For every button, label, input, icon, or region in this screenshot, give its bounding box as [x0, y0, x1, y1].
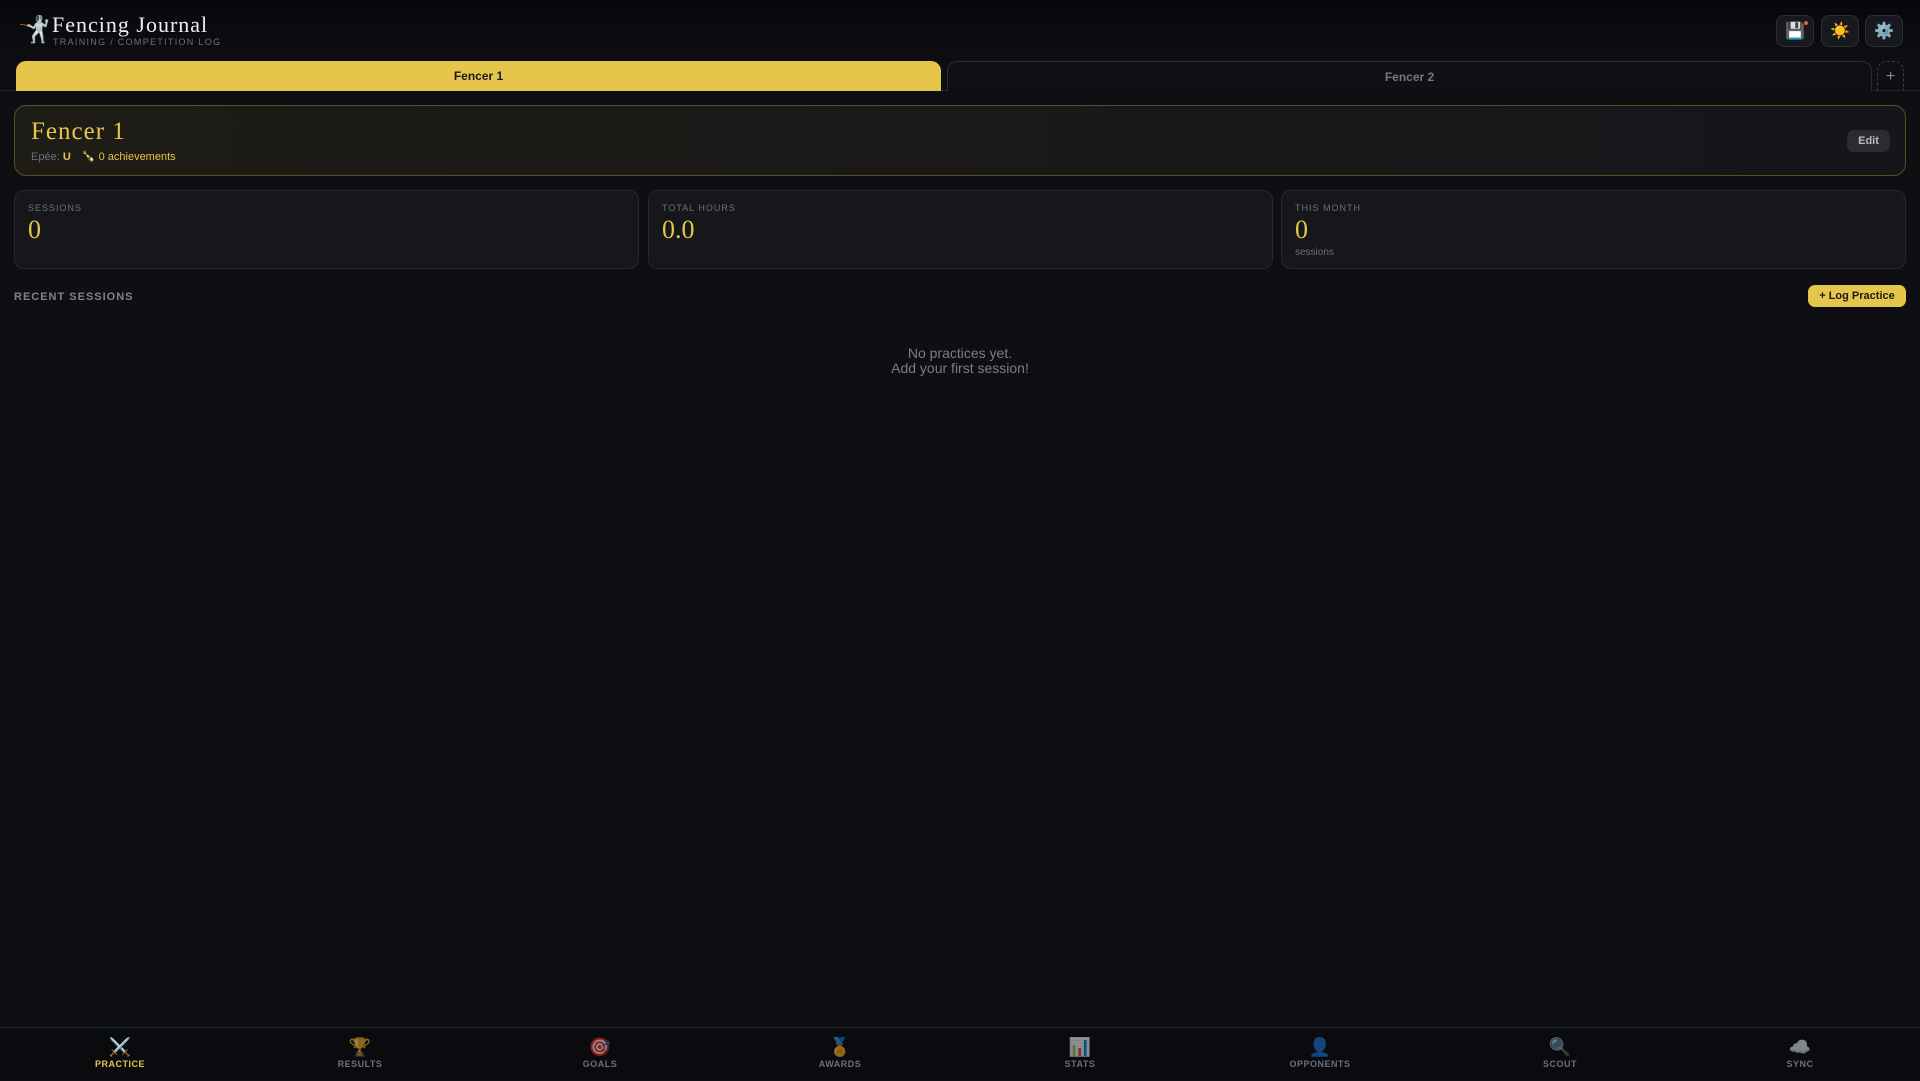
chart-icon: 📊 [1068, 1037, 1092, 1057]
fencer-name: Fencer 1 [31, 118, 126, 145]
stat-this-month: THIS MONTH 0 sessions [1281, 190, 1906, 269]
sun-icon: ☀️ [1830, 23, 1850, 40]
stat-total-hours: TOTAL HOURS 0.0 [648, 190, 1273, 269]
nav-label: AWARDS [818, 1059, 862, 1069]
stat-label: SESSIONS [28, 203, 83, 213]
theme-toggle-button[interactable]: ☀️ [1821, 15, 1859, 47]
tab-fencer-2[interactable]: Fencer 2 [947, 61, 1872, 91]
cloud-icon: ☁️ [1788, 1037, 1812, 1057]
nav-practice[interactable]: ⚔️ PRACTICE [0, 1028, 240, 1081]
fencer-tabs: Fencer 1 Fencer 2 + [0, 61, 1920, 91]
stat-value: 0.0 [662, 215, 695, 244]
nav-label: STATS [1064, 1059, 1096, 1069]
weapon-label: Epée: [31, 151, 60, 163]
stat-label: TOTAL HOURS [662, 203, 736, 213]
achievements-count: 0 achievements [98, 151, 176, 163]
stat-value: 0 [1295, 215, 1308, 244]
stat-value: 0 [28, 215, 41, 244]
medal-icon: 🏅 [828, 1037, 852, 1057]
app-subtitle: TRAINING / COMPETITION LOG [53, 37, 222, 47]
stat-sessions: SESSIONS 0 [14, 190, 639, 269]
nav-label: GOALS [582, 1059, 618, 1069]
nav-label: OPPONENTS [1289, 1059, 1351, 1069]
nav-scout[interactable]: 🔍 SCOUT [1440, 1028, 1680, 1081]
save-button[interactable]: 💾 [1776, 15, 1814, 47]
recent-sessions-title: RECENT SESSIONS [14, 291, 134, 303]
nav-label: PRACTICE [94, 1059, 145, 1069]
profile-card: Fencer 1 Epée: U 🍾 0 achievements Edit [14, 105, 1906, 176]
nav-opponents[interactable]: 👤 OPPONENTS [1200, 1028, 1440, 1081]
nav-stats[interactable]: 📊 STATS [960, 1028, 1200, 1081]
bottom-nav: ⚔️ PRACTICE 🏆 RESULTS 🎯 GOALS 🏅 AWARDS 📊 STAT… [0, 1027, 1920, 1080]
empty-message-sub: Add your first session! [891, 360, 1029, 376]
rating: U [62, 151, 71, 163]
nav-awards[interactable]: 🏅 AWARDS [720, 1028, 960, 1081]
nav-label: SCOUT [1543, 1059, 1577, 1069]
log-practice-button[interactable]: + Log Practice [1808, 285, 1906, 307]
empty-message: No practices yet. [907, 345, 1013, 361]
nav-goals[interactable]: 🎯 GOALS [480, 1028, 720, 1081]
nav-label: RESULTS [337, 1059, 383, 1069]
swords-icon: ⚔️ [108, 1037, 132, 1057]
target-icon: 🎯 [588, 1037, 612, 1057]
fencer-logo-icon: 🤺 [18, 14, 51, 44]
edit-button[interactable]: Edit [1847, 130, 1890, 152]
profile-meta: Epée: U 🍾 0 achievements [31, 150, 176, 163]
gear-icon: ⚙️ [1874, 23, 1894, 40]
person-icon: 👤 [1308, 1037, 1332, 1057]
app-title: Fencing Journal [52, 12, 209, 37]
stat-sub: sessions [1295, 247, 1334, 258]
nav-sync[interactable]: ☁️ SYNC [1680, 1028, 1920, 1081]
tab-fencer-1[interactable]: Fencer 1 [16, 61, 941, 91]
search-icon: 🔍 [1548, 1037, 1572, 1057]
settings-button[interactable]: ⚙️ [1865, 15, 1903, 47]
header: 🤺 Fencing Journal TRAINING / COMPETITION… [0, 0, 1920, 61]
stat-label: THIS MONTH [1295, 203, 1361, 213]
nav-results[interactable]: 🏆 RESULTS [240, 1028, 480, 1081]
add-fencer-tab[interactable]: + [1877, 61, 1904, 91]
trophy-icon: 🏆 [348, 1037, 372, 1057]
unsaved-indicator [1804, 21, 1808, 25]
nav-label: SYNC [1786, 1059, 1814, 1069]
save-icon: 💾 [1785, 23, 1805, 40]
trophy-icon: 🍾 [81, 151, 96, 163]
